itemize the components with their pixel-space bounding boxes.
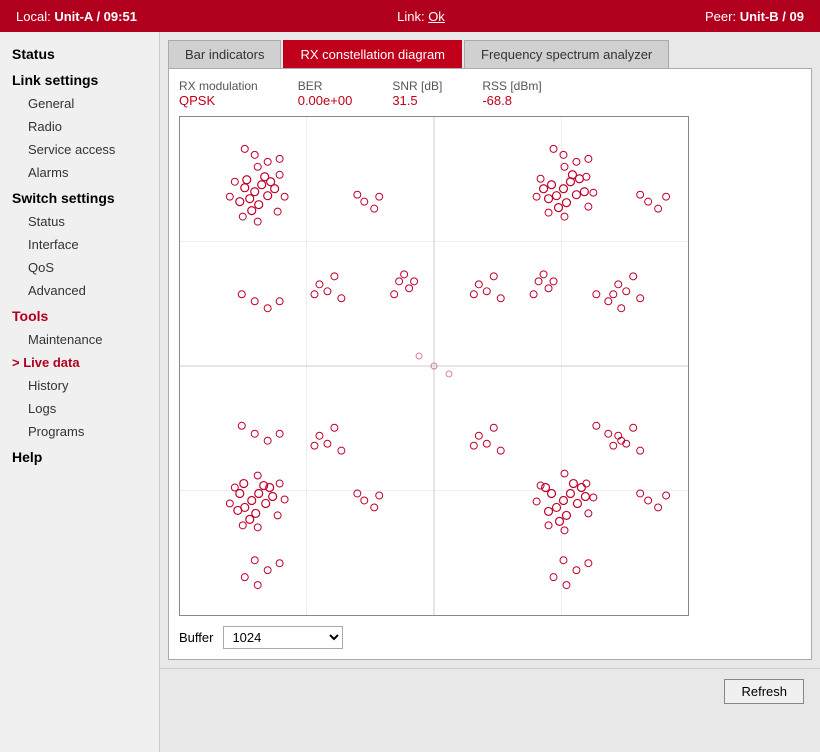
sidebar-item-interface[interactable]: Interface (0, 233, 159, 256)
peer-info: Peer: Unit-B / 09 (705, 9, 804, 24)
sidebar-section-link[interactable]: Link settings (0, 66, 159, 92)
sidebar-item-advanced[interactable]: Advanced (0, 279, 159, 302)
stat-modulation: RX modulation QPSK (179, 79, 258, 108)
tab-rx-constellation[interactable]: RX constellation diagram (283, 40, 462, 68)
constellation-diagram (179, 116, 689, 616)
rss-value: -68.8 (482, 93, 541, 108)
bottom-bar: Refresh (160, 668, 820, 714)
sidebar-item-alarms[interactable]: Alarms (0, 161, 159, 184)
sidebar-item-general[interactable]: General (0, 92, 159, 115)
sidebar-item-switch-status[interactable]: Status (0, 210, 159, 233)
sidebar-section-tools[interactable]: Tools (0, 302, 159, 328)
sidebar-section-switch[interactable]: Switch settings (0, 184, 159, 210)
main-panel: RX modulation QPSK BER 0.00e+00 SNR [dB]… (168, 68, 812, 660)
ber-value: 0.00e+00 (298, 93, 353, 108)
sidebar-section-help[interactable]: Help (0, 443, 159, 469)
sidebar-item-live-data[interactable]: Live data (0, 351, 159, 374)
buffer-label: Buffer (179, 630, 213, 645)
snr-label: SNR [dB] (392, 79, 442, 93)
tab-frequency-spectrum[interactable]: Frequency spectrum analyzer (464, 40, 669, 68)
peer-label: Peer: (705, 9, 736, 24)
stat-snr: SNR [dB] 31.5 (392, 79, 442, 108)
snr-value: 31.5 (392, 93, 442, 108)
constellation-svg (180, 117, 688, 615)
peer-value: Unit-B / 09 (740, 9, 804, 24)
rss-label: RSS [dBm] (482, 79, 541, 93)
main-layout: Status Link settings General Radio Servi… (0, 32, 820, 752)
sidebar-item-logs[interactable]: Logs (0, 397, 159, 420)
content-inner: Bar indicators RX constellation diagram … (160, 32, 820, 668)
sidebar-item-service-access[interactable]: Service access (0, 138, 159, 161)
sidebar: Status Link settings General Radio Servi… (0, 32, 160, 752)
stats-row: RX modulation QPSK BER 0.00e+00 SNR [dB]… (179, 79, 801, 108)
buffer-row: Buffer 256 512 1024 2048 (179, 626, 801, 649)
link-value[interactable]: Ok (428, 9, 445, 24)
local-value: Unit-A / 09:51 (54, 9, 137, 24)
sidebar-item-programs[interactable]: Programs (0, 420, 159, 443)
buffer-select[interactable]: 256 512 1024 2048 (223, 626, 343, 649)
tab-bar: Bar indicators RX constellation diagram … (168, 40, 812, 68)
ber-label: BER (298, 79, 353, 93)
content-area: Bar indicators RX constellation diagram … (160, 32, 820, 752)
link-info: Link: Ok (397, 9, 445, 24)
stat-ber: BER 0.00e+00 (298, 79, 353, 108)
local-info: Local: Unit-A / 09:51 (16, 9, 137, 24)
stat-rss: RSS [dBm] -68.8 (482, 79, 541, 108)
sidebar-item-history[interactable]: History (0, 374, 159, 397)
local-label: Local: (16, 9, 51, 24)
sidebar-item-qos[interactable]: QoS (0, 256, 159, 279)
tab-bar-indicators[interactable]: Bar indicators (168, 40, 281, 68)
sidebar-item-radio[interactable]: Radio (0, 115, 159, 138)
modulation-value: QPSK (179, 93, 258, 108)
sidebar-item-maintenance[interactable]: Maintenance (0, 328, 159, 351)
modulation-label: RX modulation (179, 79, 258, 93)
sidebar-section-status[interactable]: Status (0, 40, 159, 66)
link-label: Link: (397, 9, 424, 24)
refresh-button[interactable]: Refresh (724, 679, 804, 704)
top-bar: Local: Unit-A / 09:51 Link: Ok Peer: Uni… (0, 0, 820, 32)
